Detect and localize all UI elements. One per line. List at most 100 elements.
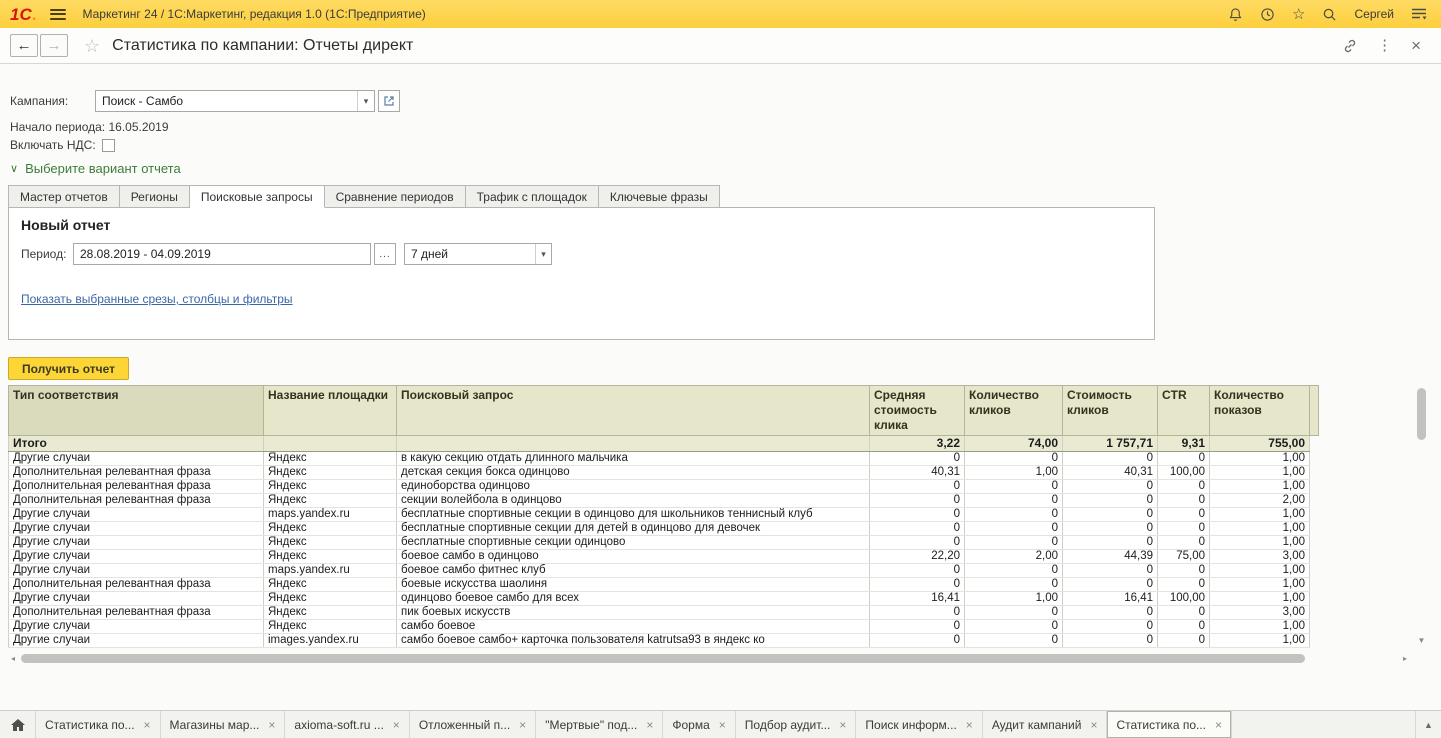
column-header[interactable]: Стоимость кликов xyxy=(1063,386,1158,436)
step-input[interactable] xyxy=(405,244,535,264)
tab-мастер-отчетов[interactable]: Мастер отчетов xyxy=(8,185,120,208)
close-tab-icon[interactable]: × xyxy=(393,718,400,732)
window-tab[interactable]: Статистика по...× xyxy=(36,711,161,738)
step-dropdown-button[interactable]: ▾ xyxy=(535,244,551,264)
table-row[interactable]: Другие случаиimages.yandex.ruсамбо боево… xyxy=(9,634,1319,648)
get-report-button[interactable]: Получить отчет xyxy=(8,357,129,380)
window-tab[interactable]: Форма× xyxy=(663,711,735,738)
table-row[interactable]: Другие случаиЯндексбоевое самбо в одинцо… xyxy=(9,550,1319,564)
table-row[interactable]: Дополнительная релевантная фразаЯндексде… xyxy=(9,466,1319,480)
home-button[interactable] xyxy=(0,711,36,738)
cell: Другие случаи xyxy=(9,522,264,536)
window-tab[interactable]: "Мертвые" под...× xyxy=(536,711,663,738)
close-tab-icon[interactable]: × xyxy=(144,718,151,732)
cell: 0 xyxy=(965,452,1063,466)
campaign-dropdown-button[interactable]: ▾ xyxy=(357,91,374,111)
column-header[interactable]: Поисковый запрос xyxy=(397,386,870,436)
main-menu-button[interactable] xyxy=(50,9,66,20)
window-tab[interactable]: Статистика по...× xyxy=(1107,711,1232,738)
window-tab[interactable]: Отложенный п...× xyxy=(410,711,536,738)
close-tab-icon[interactable]: × xyxy=(519,718,526,732)
table-row[interactable]: Другие случаиЯндексодинцово боевое самбо… xyxy=(9,592,1319,606)
table-row[interactable]: Дополнительная релевантная фразаЯндексед… xyxy=(9,480,1319,494)
column-header[interactable]: CTR xyxy=(1158,386,1210,436)
tab-ключевые-фразы[interactable]: Ключевые фразы xyxy=(599,185,720,208)
horizontal-scrollbar-thumb[interactable] xyxy=(21,654,1305,663)
cell: 755,00 xyxy=(1210,436,1310,452)
tab-трафик-с-площадок[interactable]: Трафик с площадок xyxy=(466,185,599,208)
column-header[interactable]: Тип соответствия xyxy=(9,386,264,436)
vat-checkbox[interactable] xyxy=(102,139,115,152)
table-row[interactable]: Другие случаиЯндексбесплатные спортивные… xyxy=(9,536,1319,550)
filters-link[interactable]: Показать выбранные срезы, столбцы и филь… xyxy=(21,292,293,306)
table-row[interactable]: Другие случаиmaps.yandex.ruбоевое самбо … xyxy=(9,564,1319,578)
period-picker-button[interactable]: ... xyxy=(374,243,396,265)
vertical-scrollbar-thumb[interactable] xyxy=(1417,388,1426,440)
scroll-right-icon[interactable]: ▸ xyxy=(1400,653,1410,664)
cell: 1,00 xyxy=(1210,620,1310,634)
favorites-icon[interactable]: ☆ xyxy=(1292,6,1305,23)
close-tab-icon[interactable]: × xyxy=(839,718,846,732)
report-variant-toggle[interactable]: ∨ Выберите вариант отчета xyxy=(10,161,181,176)
window-tab[interactable]: Магазины мар...× xyxy=(161,711,286,738)
copy-link-icon[interactable] xyxy=(1342,38,1358,54)
campaign-input[interactable] xyxy=(96,91,357,111)
step-select[interactable]: ▾ xyxy=(404,243,552,265)
table-row[interactable]: Дополнительная релевантная фразаЯндекспи… xyxy=(9,606,1319,620)
cell: Яндекс xyxy=(264,452,397,466)
page-title: Статистика по кампании: Отчеты директ xyxy=(112,37,413,55)
close-tab-icon[interactable]: × xyxy=(719,718,726,732)
panel-period-row: Период: ... ▾ xyxy=(21,243,552,265)
1c-logo[interactable]: 1С. xyxy=(10,6,36,23)
service-menu-icon[interactable] xyxy=(1411,6,1427,23)
back-button[interactable]: ← xyxy=(10,34,38,57)
column-header[interactable]: Количество кликов xyxy=(965,386,1063,436)
column-header[interactable]: Средняя стоимость клика xyxy=(870,386,965,436)
campaign-open-button[interactable] xyxy=(378,90,400,112)
tab-сравнение-периодов[interactable]: Сравнение периодов xyxy=(325,185,466,208)
cell: 0 xyxy=(965,508,1063,522)
table-row[interactable]: Другие случаиmaps.yandex.ruбесплатные сп… xyxy=(9,508,1319,522)
vertical-scrollbar[interactable]: ▼ xyxy=(1416,385,1427,647)
window-tab[interactable]: axioma-soft.ru ...× xyxy=(285,711,409,738)
horizontal-scrollbar[interactable]: ◂ ▸ xyxy=(8,653,1410,664)
favorite-star-icon[interactable]: ☆ xyxy=(84,37,100,55)
column-header[interactable]: Количество показов xyxy=(1210,386,1310,436)
scroll-left-icon[interactable]: ◂ xyxy=(8,653,18,664)
topbar: 1С. Маркетинг 24 / 1С:Маркетинг, редакци… xyxy=(0,0,1441,28)
window-tab[interactable]: Аудит кампаний× xyxy=(983,711,1108,738)
close-tab-icon[interactable]: × xyxy=(1090,718,1097,732)
cell: Дополнительная релевантная фраза xyxy=(9,466,264,480)
cell: 0 xyxy=(870,480,965,494)
scroll-down-icon[interactable]: ▼ xyxy=(1416,635,1427,647)
table-row[interactable]: Другие случаиЯндексв какую секцию отдать… xyxy=(9,452,1319,466)
close-tab-icon[interactable]: × xyxy=(646,718,653,732)
window-tab[interactable]: Подбор аудит...× xyxy=(736,711,857,738)
period-input[interactable] xyxy=(74,244,370,264)
column-header[interactable]: Название площадки xyxy=(264,386,397,436)
tab-регионы[interactable]: Регионы xyxy=(120,185,190,208)
show-windows-button[interactable]: ▲ xyxy=(1415,711,1441,738)
search-icon[interactable] xyxy=(1322,6,1337,23)
notifications-icon[interactable] xyxy=(1228,6,1243,23)
close-tab-icon[interactable]: × xyxy=(966,718,973,732)
table-row[interactable]: Дополнительная релевантная фразаЯндекссе… xyxy=(9,494,1319,508)
close-tab-icon[interactable]: × xyxy=(268,718,275,732)
report-variant-label: Выберите вариант отчета xyxy=(25,161,181,176)
cell: бесплатные спортивные секции для детей в… xyxy=(397,522,870,536)
window-tab[interactable]: Поиск информ...× xyxy=(856,711,982,738)
more-menu-icon[interactable]: ⋮ xyxy=(1377,38,1392,53)
table-row[interactable]: Другие случаиЯндексбесплатные спортивные… xyxy=(9,522,1319,536)
user-menu[interactable]: Сергей xyxy=(1354,7,1394,21)
forward-button[interactable]: → xyxy=(40,34,68,57)
history-icon[interactable] xyxy=(1260,6,1275,23)
table-row[interactable]: Другие случаиЯндекссамбо боевое00001,00 xyxy=(9,620,1319,634)
close-tab-icon[interactable]: × xyxy=(1215,718,1222,732)
home-icon xyxy=(10,718,26,732)
close-form-button[interactable]: × xyxy=(1411,37,1421,54)
total-row[interactable]: Итого3,2274,001 757,719,31755,00 xyxy=(9,436,1319,452)
period-start-value: 16.05.2019 xyxy=(108,120,168,134)
tab-поисковые-запросы[interactable]: Поисковые запросы xyxy=(190,185,325,208)
cell: 3,22 xyxy=(870,436,965,452)
table-row[interactable]: Дополнительная релевантная фразаЯндексбо… xyxy=(9,578,1319,592)
